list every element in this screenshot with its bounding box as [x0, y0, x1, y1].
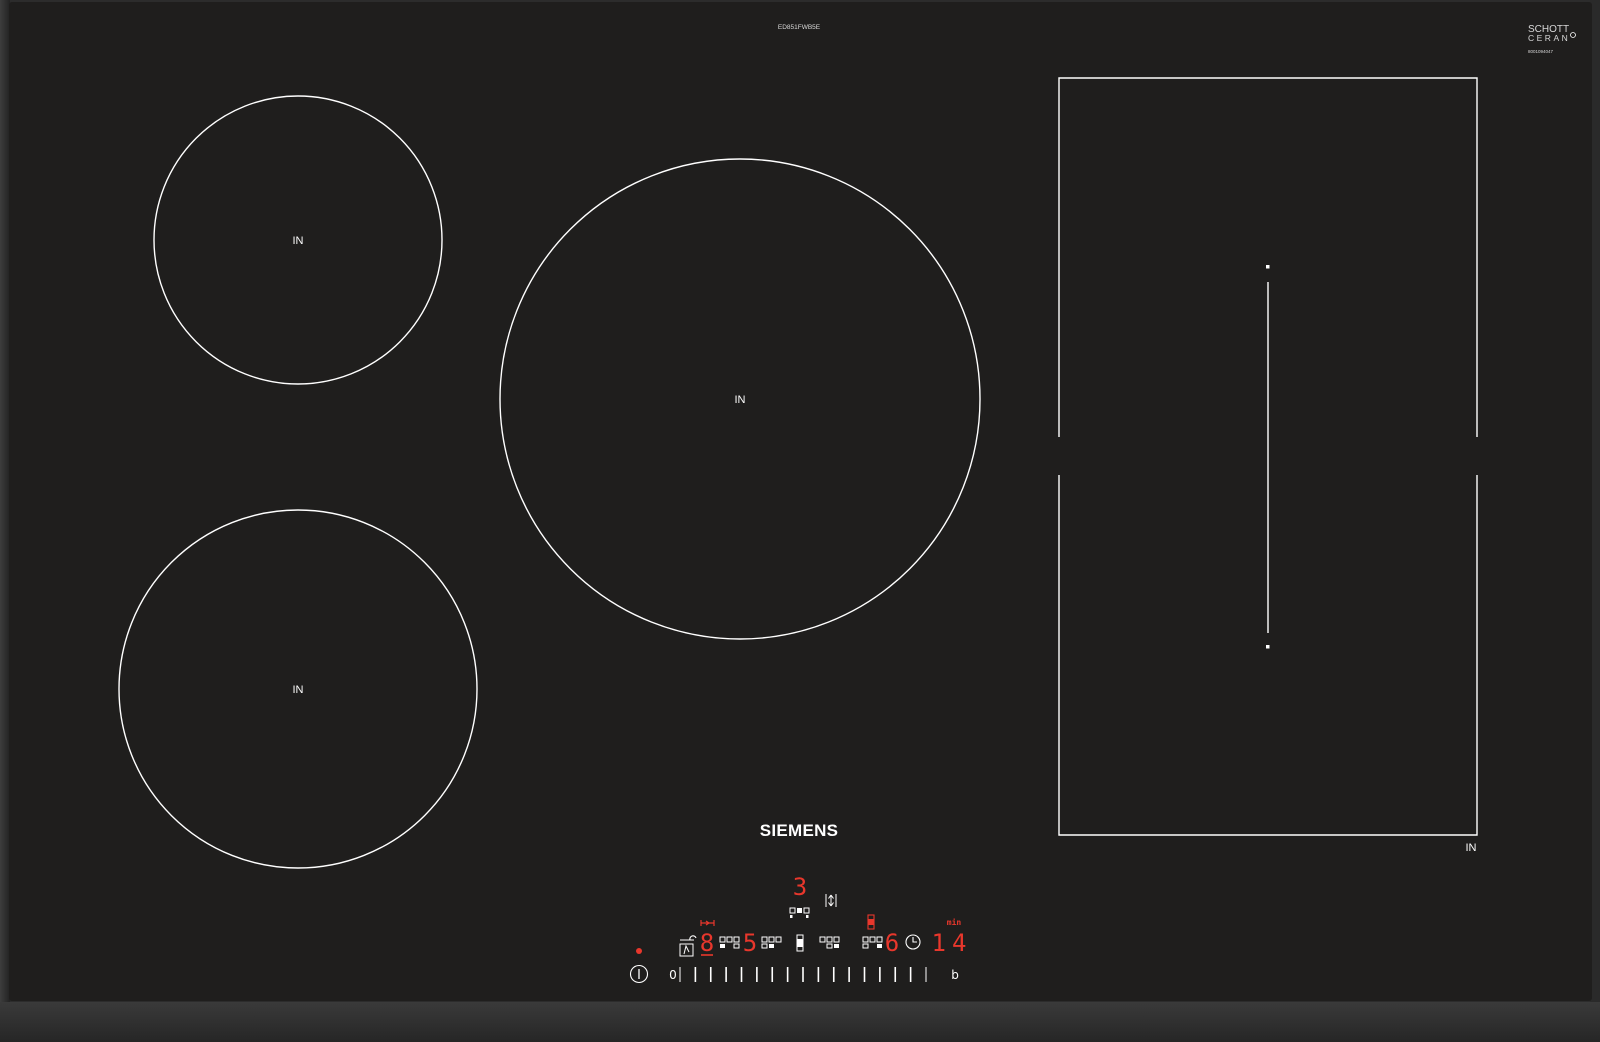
model-code: ED851FWB5E: [778, 24, 821, 31]
zone-icon: [877, 944, 882, 948]
glass-code: 8001094047: [1528, 49, 1554, 54]
zone-icon: [797, 908, 802, 913]
power-indicator-dot: [636, 948, 642, 954]
zone-label: IN: [293, 684, 304, 696]
zone-select-right-button[interactable]: [860, 935, 886, 950]
zone-select-left-button[interactable]: [717, 935, 743, 950]
frame-left-edge: [0, 0, 10, 1042]
zone-label: IN: [1466, 842, 1477, 854]
zone-select-rear-button[interactable]: [817, 935, 843, 950]
zone-icon: [806, 915, 809, 918]
wipe-lock-icon[interactable]: [676, 932, 698, 958]
slider-min-label: 0: [669, 968, 677, 982]
timer-display: 14: [932, 929, 973, 957]
zone-icon: [834, 944, 839, 948]
display-left-zone: 8: [700, 929, 714, 957]
flex-marker-top: [1266, 265, 1270, 269]
display-top: 3: [793, 873, 807, 901]
ceran-text: CERAN: [1528, 33, 1570, 43]
cooktop-surface: ED851FWB5E SCHOTT CERAN 8001094047 IN IN…: [0, 0, 1600, 1042]
display-right-zone: 6: [885, 929, 899, 957]
zone-label: IN: [293, 235, 304, 247]
zone-icon: [769, 944, 774, 948]
slider-max-label: b: [951, 968, 959, 982]
bottom-bevel: [0, 1002, 1600, 1042]
brand-logo: SIEMENS: [760, 821, 839, 840]
zone-icon: [720, 944, 725, 948]
flex-zone-button[interactable]: [793, 933, 807, 953]
zone-select-middle-button[interactable]: [759, 935, 785, 950]
flex-icon-fill: [797, 939, 803, 947]
timer-unit: min: [947, 917, 962, 927]
display-middle-zone: 5: [743, 929, 757, 957]
flex-red-fill: [868, 919, 874, 925]
glass-panel: [9, 2, 1592, 1001]
flex-marker-bottom: [1266, 645, 1270, 649]
zone-select-center-button[interactable]: [788, 906, 812, 920]
zone-label: IN: [735, 394, 746, 406]
zone-icon: [790, 915, 793, 918]
